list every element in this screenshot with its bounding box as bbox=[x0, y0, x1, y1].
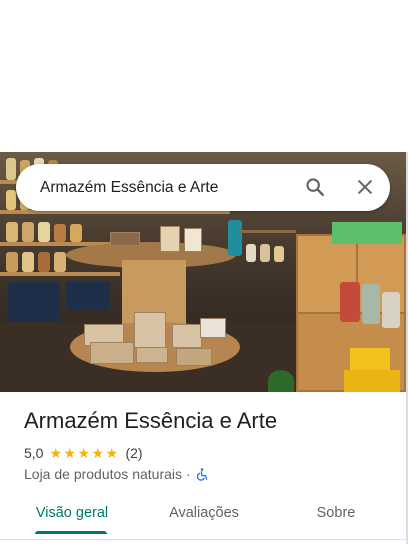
tab-about[interactable]: Sobre bbox=[296, 495, 376, 531]
star-icon: ★ bbox=[63, 445, 77, 461]
tabs-divider bbox=[0, 539, 406, 540]
wheelchair-icon[interactable] bbox=[195, 467, 209, 482]
close-icon bbox=[358, 180, 372, 194]
star-icon: ★ bbox=[105, 445, 119, 461]
place-tabs: Visão geral Avaliações Sobre bbox=[0, 495, 406, 535]
separator: · bbox=[186, 466, 191, 482]
close-button[interactable] bbox=[350, 172, 380, 202]
star-icon: ★ bbox=[91, 445, 105, 461]
tab-overview[interactable]: Visão geral bbox=[22, 495, 122, 531]
rating-stars: ★ ★ ★ ★ ★ bbox=[49, 446, 119, 460]
search-query-text[interactable]: Armazém Essência e Arte bbox=[40, 164, 218, 211]
category-row: Loja de produtos naturais · bbox=[24, 465, 209, 483]
rating-value: 5,0 bbox=[24, 445, 44, 461]
search-button[interactable] bbox=[300, 172, 330, 202]
tab-reviews[interactable]: Avaliações bbox=[154, 495, 254, 531]
place-category[interactable]: Loja de produtos naturais bbox=[24, 466, 182, 482]
review-count[interactable]: (2) bbox=[125, 445, 142, 461]
place-title: Armazém Essência e Arte bbox=[24, 408, 278, 433]
rating-row[interactable]: 5,0 ★ ★ ★ ★ ★ (2) bbox=[24, 444, 143, 462]
star-icon: ★ bbox=[77, 445, 91, 461]
search-box[interactable]: Armazém Essência e Arte bbox=[16, 164, 390, 211]
map-area-blank bbox=[0, 0, 408, 152]
active-tab-indicator bbox=[35, 531, 107, 534]
star-icon: ★ bbox=[49, 445, 63, 461]
search-icon bbox=[306, 178, 324, 196]
